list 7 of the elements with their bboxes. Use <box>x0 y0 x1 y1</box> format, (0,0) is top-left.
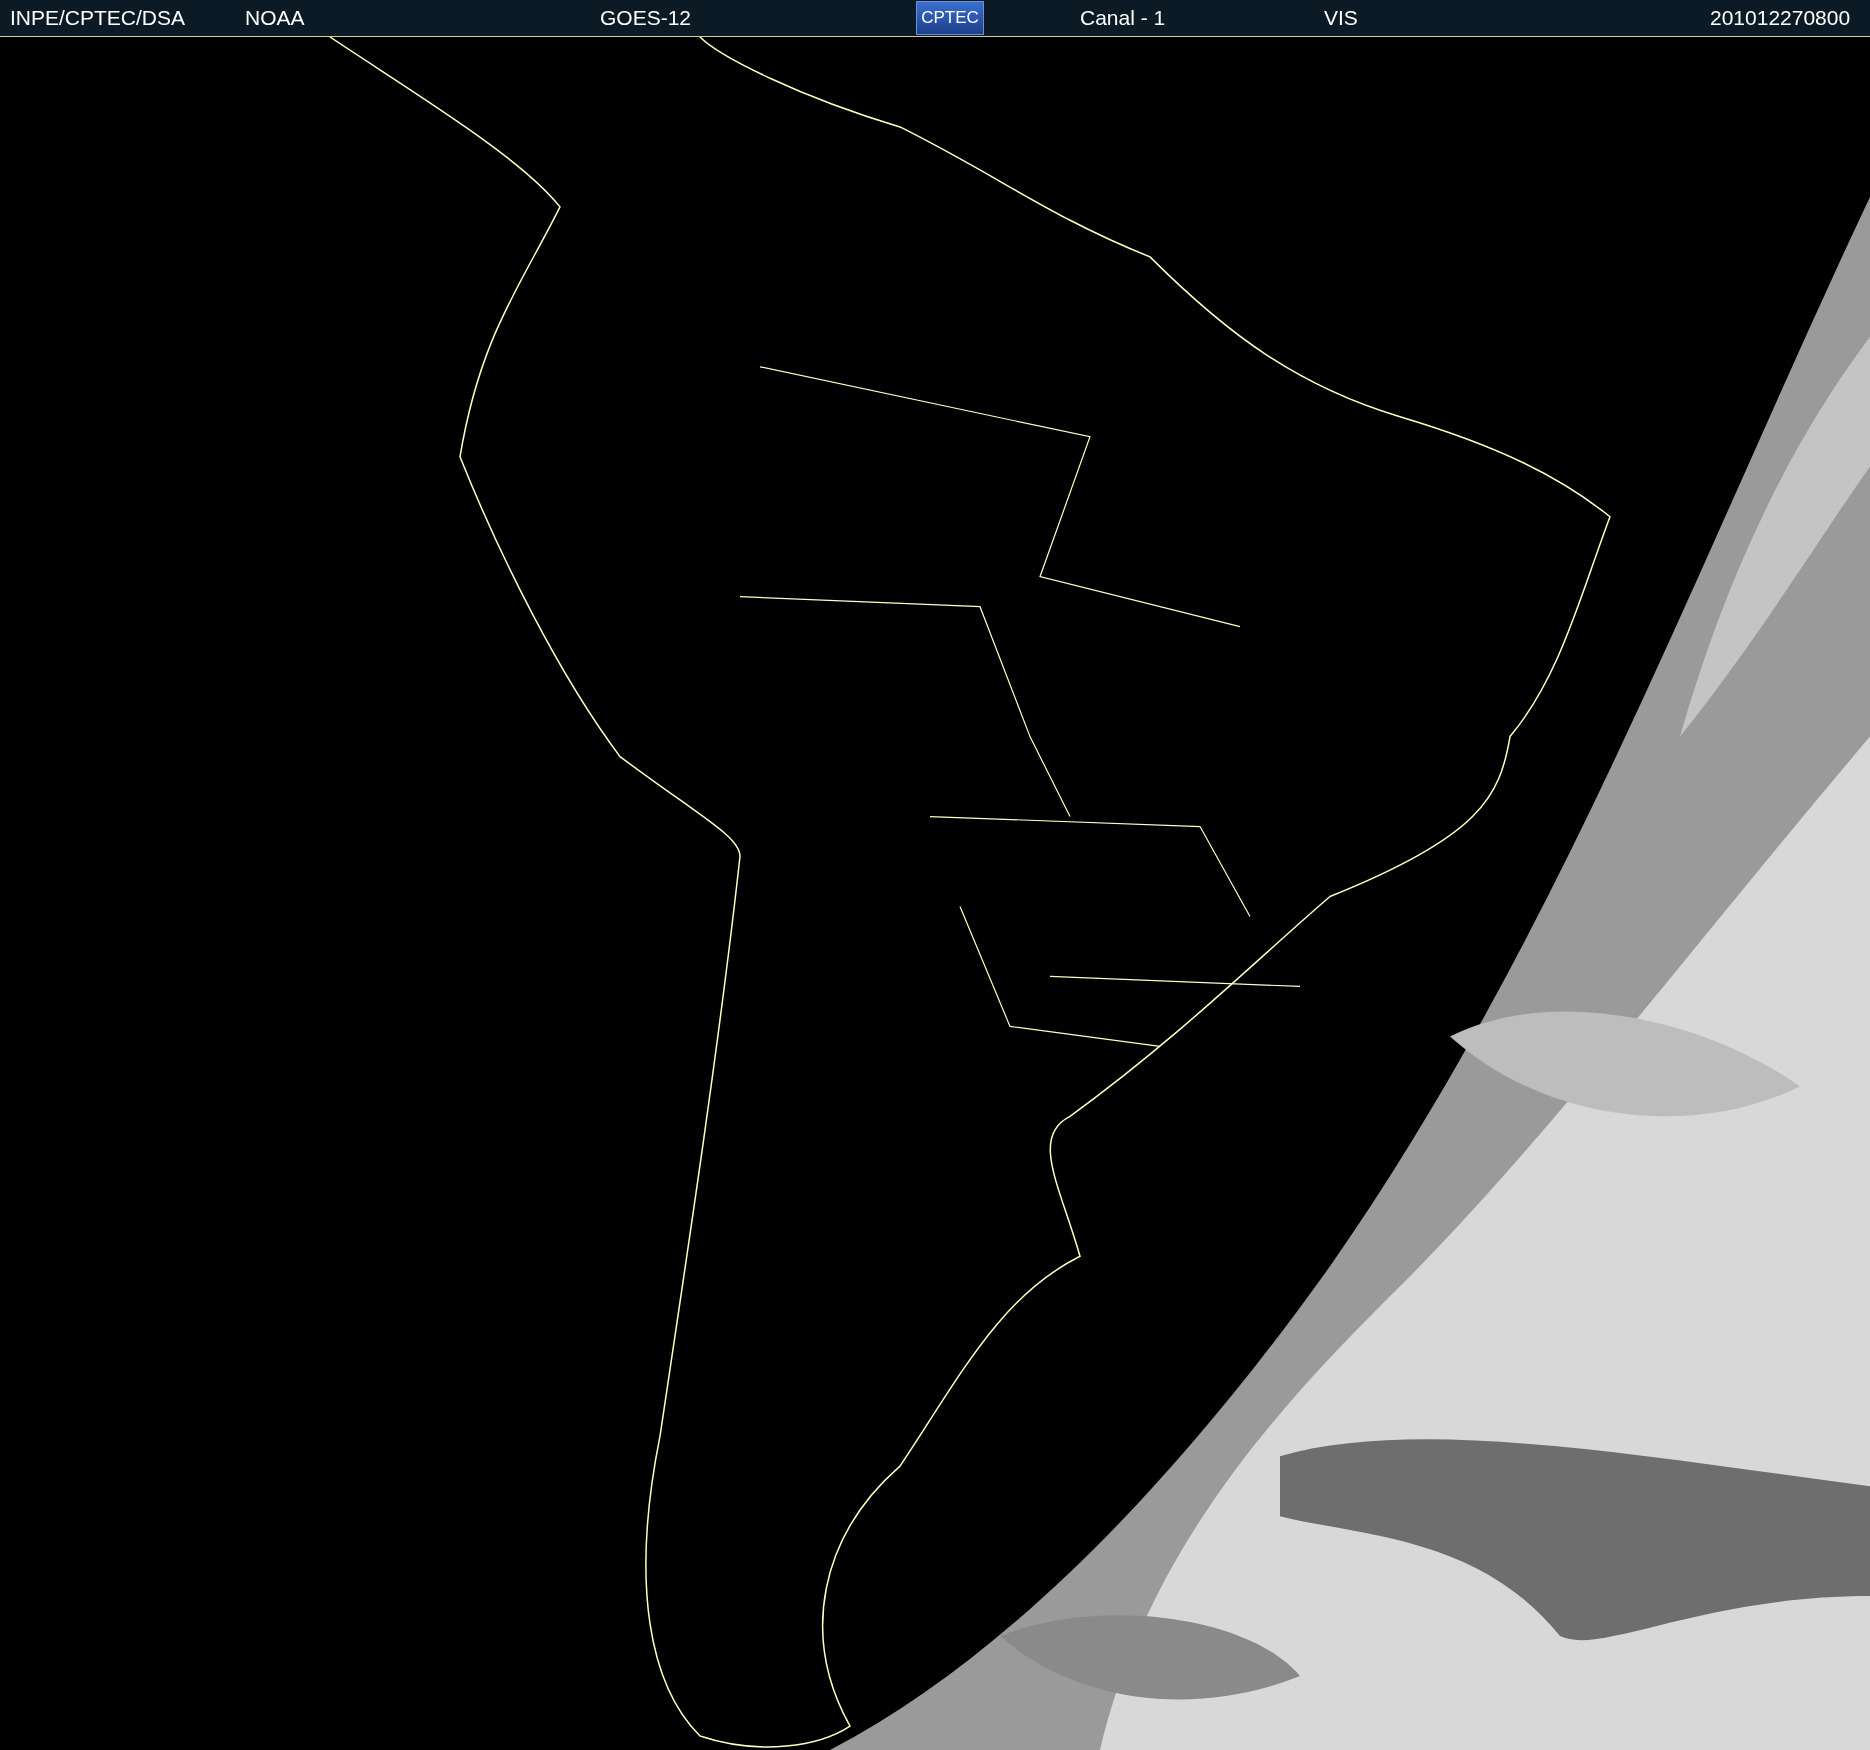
agency-label: NOAA <box>244 6 306 30</box>
timestamp-label: 201012270800 <box>1709 6 1852 30</box>
satellite-label: GOES-12 <box>599 6 693 30</box>
source-label: INPE/CPTEC/DSA <box>9 6 187 30</box>
band-label: VIS <box>1324 6 1359 30</box>
logo: CPTEC <box>916 1 984 35</box>
channel-label: Canal - 1 <box>1080 6 1167 30</box>
